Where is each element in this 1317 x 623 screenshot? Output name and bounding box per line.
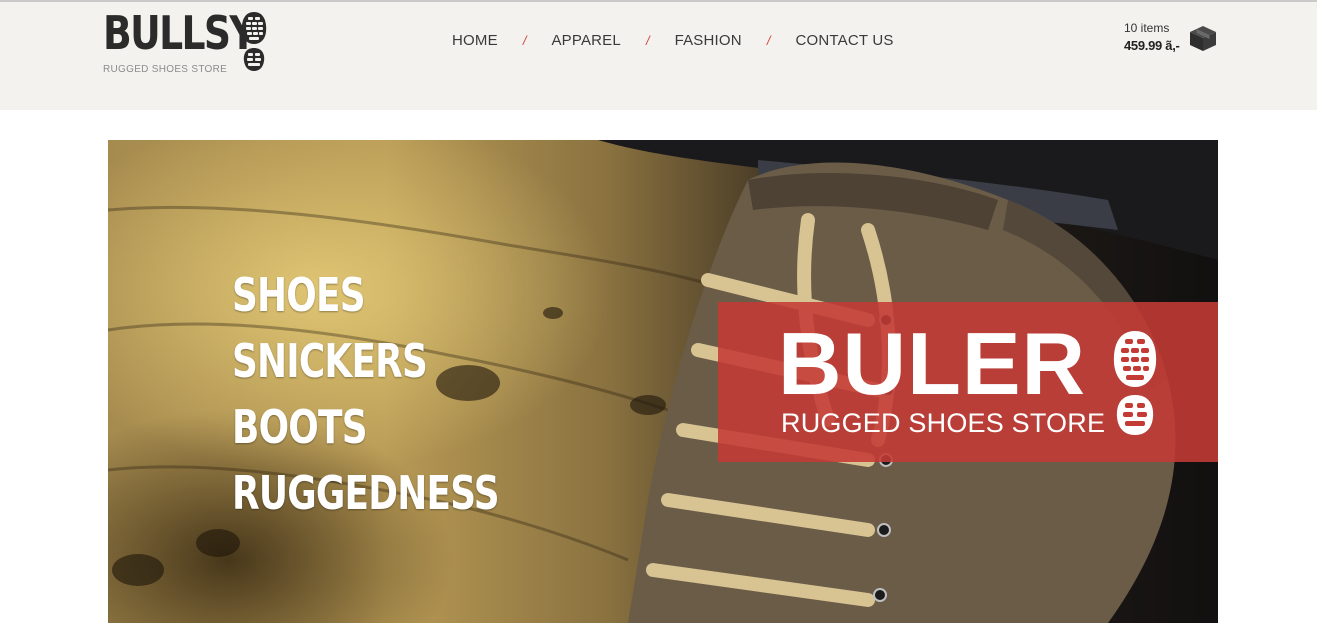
nav-separator: / bbox=[645, 32, 650, 48]
nav-separator: / bbox=[766, 32, 771, 48]
box-icon[interactable] bbox=[1188, 24, 1218, 52]
banner-title: BULER bbox=[778, 314, 1087, 413]
brand-name: BULLSY bbox=[103, 6, 257, 60]
nav-separator: / bbox=[522, 32, 527, 48]
banner-subtitle: RUGGED SHOES STORE bbox=[781, 408, 1106, 438]
nav-item-contact-us[interactable]: CONTACT US bbox=[795, 32, 893, 49]
shoe-sole-icon bbox=[241, 12, 267, 71]
main-nav: HOME / APPAREL / FASHION / CONTACT US bbox=[452, 30, 894, 50]
hero-word: RUGGEDNESS bbox=[232, 466, 500, 520]
cart-item-count: 10 items bbox=[1124, 21, 1170, 35]
site-header: BULLSY RUGGED SHOES STORE HOME / APPAREL… bbox=[0, 0, 1317, 110]
cart-total: 459.99 ã,- bbox=[1124, 38, 1180, 53]
hero-banner: SHOES SNICKERS BOOTS RUGGEDNESS BULER RU… bbox=[108, 140, 1218, 623]
hero-word: SHOES bbox=[232, 268, 366, 322]
brand-logo[interactable]: BULLSY RUGGED SHOES STORE bbox=[103, 10, 273, 80]
shoe-sole-icon bbox=[1113, 331, 1157, 435]
hero-word-list: SHOES SNICKERS BOOTS RUGGEDNESS bbox=[232, 262, 574, 526]
nav-item-apparel[interactable]: APPAREL bbox=[551, 32, 621, 49]
hero-word: SNICKERS bbox=[232, 334, 428, 388]
brand-tagline: RUGGED SHOES STORE bbox=[103, 64, 228, 75]
cart-widget[interactable]: 10 items 459.99 ã,- bbox=[1124, 20, 1224, 60]
brand-banner: BULER RUGGED SHOES STORE bbox=[718, 302, 1218, 462]
hero-word: BOOTS bbox=[232, 400, 368, 454]
nav-item-fashion[interactable]: FASHION bbox=[675, 32, 742, 49]
nav-item-home[interactable]: HOME bbox=[452, 32, 498, 49]
